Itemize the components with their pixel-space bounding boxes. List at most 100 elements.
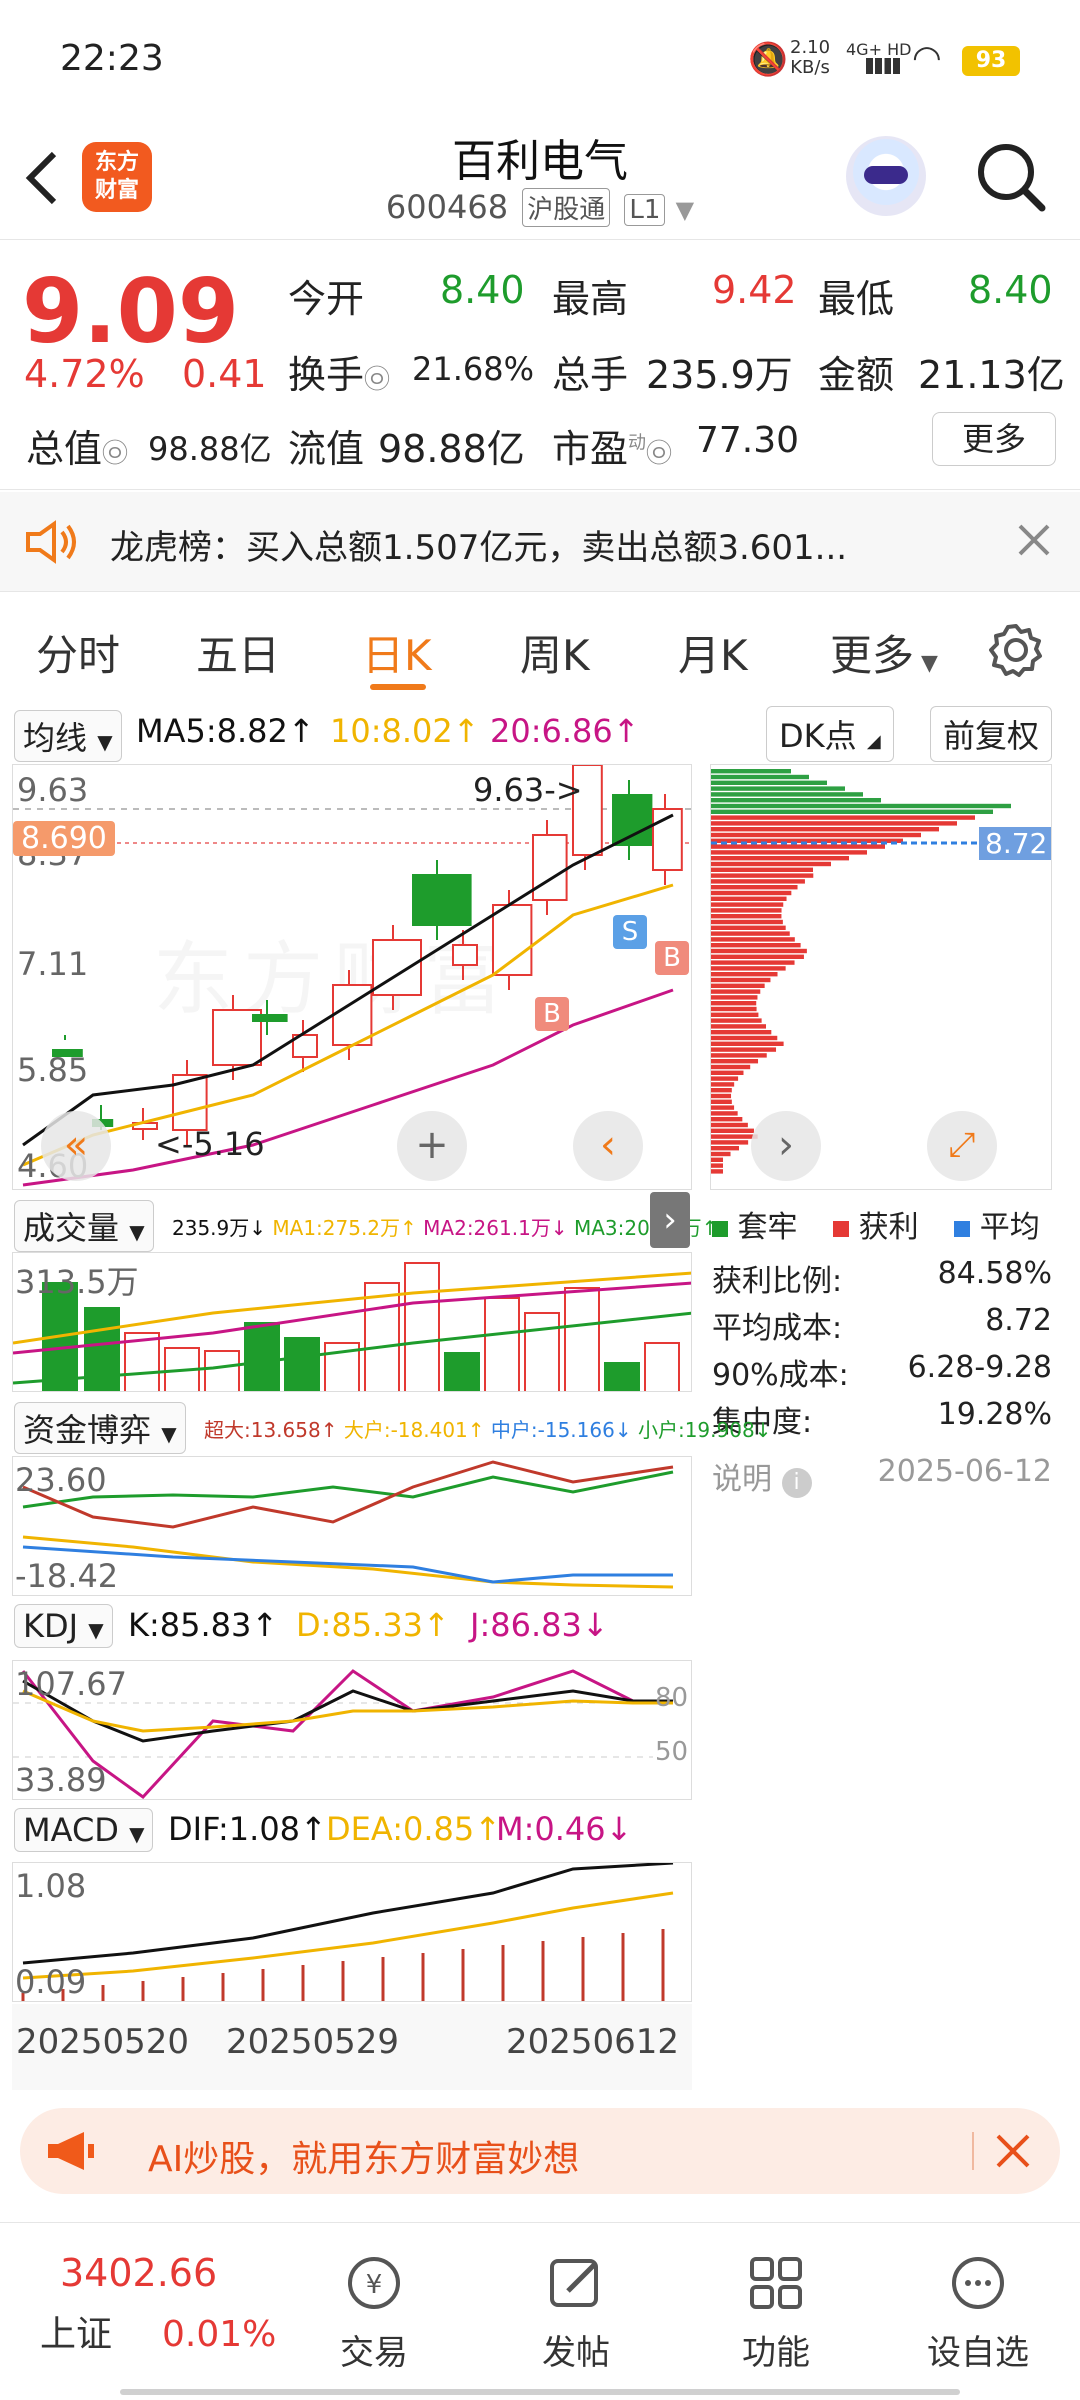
settings-gear-icon[interactable] <box>988 622 1044 678</box>
more-quote-button[interactable]: 更多 <box>932 412 1056 466</box>
chip-bar <box>711 925 786 930</box>
chip-bar <box>711 803 1011 809</box>
chip-stats: 获利比例: 84.58% 平均成本: 8.72 90%成本: 6.28-9.28 集中… <box>712 1256 1052 1514</box>
tab-five-day[interactable]: 五日 <box>196 622 280 683</box>
volume-bar <box>204 1350 240 1391</box>
chip-bar <box>711 873 814 878</box>
sell-marker: S <box>613 915 647 949</box>
chip-bar <box>711 1122 748 1128</box>
chevron-right-icon[interactable]: › <box>751 1111 821 1181</box>
chip-bar <box>711 1134 758 1139</box>
last-price: 9.09 <box>22 260 240 363</box>
chip-bar <box>711 954 804 959</box>
chip-bar <box>711 867 813 872</box>
kdj-j: J:86.83↓ <box>470 1606 609 1644</box>
wifi-icon: ◠ <box>912 38 942 78</box>
kdj-k: K:85.83↑ <box>128 1606 279 1644</box>
tab-monthly-k[interactable]: 月K <box>678 622 748 683</box>
search-icon[interactable] <box>974 140 1048 214</box>
y-label-top: 9.63 <box>17 771 89 809</box>
chip-bar <box>711 1035 778 1041</box>
chip-bar <box>711 1018 762 1023</box>
assistant-robot-icon[interactable] <box>846 136 926 216</box>
nav-trade[interactable]: ¥ 交易 <box>314 2251 434 2374</box>
volume-selector[interactable]: 成交量 ▼ <box>14 1200 154 1252</box>
candle <box>452 944 478 966</box>
zoom-out-fast-icon[interactable]: « <box>41 1111 111 1181</box>
volume-bar <box>524 1312 560 1391</box>
kdj-selector[interactable]: KDJ ▼ <box>14 1604 113 1648</box>
capital-y-top: 23.60 <box>15 1461 107 1499</box>
candle <box>492 904 533 976</box>
chip-bar <box>711 908 782 913</box>
app-header: 东方 财富 百利电气 600468 沪股通 L1 ▼ <box>0 110 1080 240</box>
buy-marker-2: B <box>655 941 689 975</box>
chip-bar <box>711 1006 757 1012</box>
chip-bar <box>711 1099 732 1104</box>
signal-bars-icon <box>866 58 900 74</box>
macd-dea: DEA:0.85↑ <box>326 1810 502 1848</box>
tab-daily-k[interactable]: 日K <box>362 622 432 683</box>
chip-bar <box>711 995 758 1000</box>
stock-code: 600468 <box>385 188 509 226</box>
macd-dif-line <box>22 1863 674 1965</box>
chip-distribution-chart[interactable]: 8.72 › ⤢ <box>710 764 1052 1190</box>
float-cap-value: 98.88亿 <box>378 427 525 471</box>
ai-promo-banner[interactable]: AI炒股，就用东方财富妙想 <box>20 2108 1060 2194</box>
macd-chart[interactable]: 1.08 0.09 <box>12 1862 692 2002</box>
candle <box>252 1014 288 1022</box>
tab-weekly-k[interactable]: 周K <box>520 622 590 683</box>
nav-add-watchlist[interactable]: 设自选 <box>918 2251 1038 2374</box>
capital-y-bottom: -18.42 <box>15 1557 119 1595</box>
chip-bar <box>711 827 939 832</box>
chip-bar <box>711 798 881 803</box>
tab-intraday[interactable]: 分时 <box>36 622 120 683</box>
macd-selector[interactable]: MACD ▼ <box>14 1808 154 1852</box>
close-icon[interactable] <box>1016 522 1052 558</box>
close-banner-icon[interactable] <box>994 2132 1032 2170</box>
chip-bar <box>711 774 809 780</box>
macd-y-top: 1.08 <box>15 1867 87 1905</box>
adjust-button[interactable]: 前复权 <box>930 706 1053 762</box>
clock: 22:23 <box>60 38 164 79</box>
chip-bar <box>711 809 993 814</box>
expand-icon[interactable]: ⤢ <box>927 1111 997 1181</box>
low-label: 最低 <box>818 277 895 321</box>
dk-point-button[interactable]: DK点 ◢ <box>766 706 894 762</box>
volume-bar <box>244 1322 280 1391</box>
index-ticker[interactable]: 3402.66 上证 0.01% <box>40 2251 280 2357</box>
chip-bar <box>711 1024 767 1029</box>
candle <box>532 834 568 901</box>
kdj-d: D:85.33↑ <box>296 1606 450 1644</box>
kline-chart[interactable]: 东方财富 9.63 8.37 7.11 5.85 4.60 8.690 9.63… <box>12 764 692 1190</box>
ma5-value: MA5:8.82↑ <box>136 712 315 750</box>
y-label-3: 7.11 <box>17 945 89 983</box>
net-speed: 2.10 KB/s <box>790 37 831 78</box>
expand-side-button[interactable]: › <box>650 1192 690 1248</box>
svg-text:¥: ¥ <box>366 2270 383 2300</box>
volume-chart[interactable]: 313.5万 <box>12 1252 692 1392</box>
volume-indicators: 235.9万↓ MA1:275.2万↑ MA2:261.1万↓ MA3:208.… <box>172 1216 719 1240</box>
kdj-chart[interactable]: 107.67 33.89 80 50 <box>12 1660 692 1800</box>
volume-bar <box>644 1342 680 1391</box>
kdj-level-80: 80 <box>655 1683 689 1713</box>
ma20-value: 20:6.86↑ <box>490 712 640 750</box>
tab-more[interactable]: 更多 ▼ <box>830 622 938 683</box>
candle <box>412 874 472 926</box>
capital-selector[interactable]: 资金博弈 ▼ <box>14 1402 186 1454</box>
nav-post[interactable]: 发帖 <box>516 2251 636 2374</box>
zoom-in-icon[interactable]: + <box>397 1111 467 1181</box>
kdj-y-bottom: 33.89 <box>15 1761 107 1799</box>
macd-y-bottom: 0.09 <box>15 1963 87 2001</box>
chip-bar <box>711 1146 739 1151</box>
status-bar: 22:23 🔕 2.10 KB/s 4G+ HD ◠ 93 <box>0 0 1080 110</box>
chip-bar <box>711 1030 772 1035</box>
ma-selector[interactable]: 均线 ▼ <box>14 710 122 762</box>
chevron-left-icon[interactable]: ‹ <box>573 1111 643 1181</box>
capital-chart[interactable]: 23.60 -18.42 <box>12 1456 692 1596</box>
candle <box>612 794 653 846</box>
dragon-tiger-banner[interactable]: 龙虎榜：买入总额1.507亿元，卖出总额3.601... <box>0 492 1080 592</box>
date-label-end: 20250612 <box>506 2022 680 2062</box>
nav-functions[interactable]: 功能 <box>716 2251 836 2374</box>
info-note[interactable]: 说明 i <box>712 1454 812 1514</box>
